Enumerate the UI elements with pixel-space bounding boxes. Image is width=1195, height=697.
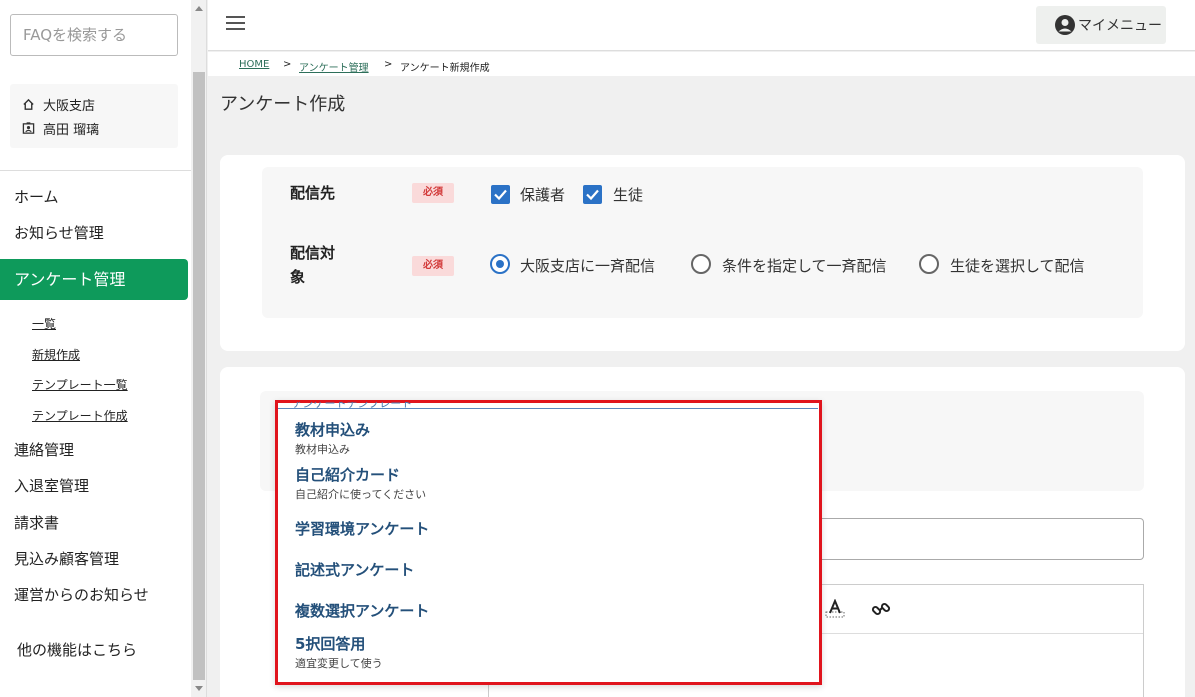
required-badge: 必須 [412, 183, 454, 203]
id-card-icon [22, 122, 35, 134]
check-icon [586, 189, 599, 201]
breadcrumb-survey[interactable]: アンケート管理 [299, 59, 369, 74]
template-option-name: 記述式アンケート [295, 561, 415, 579]
template-option[interactable]: 自己紹介カード 自己紹介に使ってください [295, 464, 426, 502]
breadcrumb-current: アンケート新規作成 [400, 63, 490, 74]
template-option-desc: 適宜変更して使う [295, 657, 383, 670]
check-icon [494, 189, 507, 201]
sidebar-item-contact[interactable]: 連絡管理 [14, 439, 74, 460]
recipients-label: 配信先 [290, 184, 336, 202]
template-legend: アンケートテンプレート [284, 402, 416, 412]
sidebar-divider [0, 170, 191, 171]
target-students-label[interactable]: 生徒を選択して配信 [950, 255, 1085, 276]
scroll-up-arrow[interactable] [195, 6, 203, 11]
sidebar-item-prospects[interactable]: 見込み顧客管理 [14, 548, 119, 569]
template-option-desc: 自己紹介に使ってください [295, 488, 427, 501]
breadcrumb-separator: > [283, 59, 292, 70]
guardian-label[interactable]: 保護者 [520, 184, 565, 205]
template-option-name: 学習環境アンケート [295, 520, 430, 538]
breadcrumb: HOME > アンケート管理 > アンケート新規作成 [208, 52, 1195, 76]
template-option-name: 5択回答用 [295, 635, 366, 653]
sidebar-subitem-new[interactable]: 新規作成 [32, 346, 80, 363]
delivery-settings-panel: 配信先 必須 保護者 生徒 配信対 象 必須 大阪支店に一斉配信 条件を指定して… [262, 167, 1143, 318]
template-option-name: 複数選択アンケート [295, 602, 430, 620]
user-name: 高田 瑠璃 [43, 123, 100, 138]
sidebar-item-invoice[interactable]: 請求書 [14, 512, 59, 533]
user-info-box: 大阪支店 高田 瑠璃 [10, 84, 178, 148]
template-option[interactable]: 学習環境アンケート [295, 518, 429, 539]
sidebar-subitem-template-create[interactable]: テンプレート作成 [32, 407, 128, 424]
faq-search-input[interactable] [10, 14, 178, 56]
scrollbar-thumb[interactable] [193, 72, 205, 680]
target-students-radio[interactable] [919, 254, 939, 274]
student-checkbox[interactable] [583, 185, 602, 204]
guardian-checkbox[interactable] [491, 185, 510, 204]
sidebar-item-attendance[interactable]: 入退室管理 [14, 475, 89, 496]
template-option[interactable]: 複数選択アンケート [295, 600, 429, 621]
template-option[interactable]: 教材申込み 教材申込み [295, 419, 370, 457]
menu-icon[interactable] [226, 16, 246, 32]
page-title: アンケート作成 [220, 94, 346, 115]
sidebar: 大阪支店 高田 瑠璃 ホーム お知らせ管理 アンケート管理 一覧 新規作成 テン… [0, 0, 191, 697]
template-legend-text: アンケートテンプレート [292, 402, 413, 410]
target-branch-radio[interactable] [490, 254, 510, 274]
target-label-line1: 配信対 [290, 244, 336, 262]
template-dropdown[interactable]: アンケートテンプレート 教材申込み 教材申込み 自己紹介カード 自己紹介に使って… [275, 400, 822, 685]
breadcrumb-separator: > [384, 59, 393, 70]
my-menu-button[interactable]: マイメニュー [1036, 6, 1166, 44]
branch-row: 大阪支店 [22, 95, 95, 114]
template-option[interactable]: 記述式アンケート [295, 559, 414, 580]
target-branch-label[interactable]: 大阪支店に一斉配信 [520, 255, 655, 276]
home-icon [23, 98, 34, 110]
template-option-name: 教材申込み [295, 421, 371, 439]
target-conditions-radio[interactable] [691, 254, 711, 274]
delivery-settings-card: 配信先 必須 保護者 生徒 配信対 象 必須 大阪支店に一斉配信 条件を指定して… [220, 155, 1185, 351]
sidebar-item-notices[interactable]: お知らせ管理 [14, 222, 104, 243]
sidebar-item-other[interactable]: 他の機能はこちら [17, 639, 137, 660]
sidebar-subitem-template-list[interactable]: テンプレート一覧 [32, 376, 128, 393]
user-row: 高田 瑠璃 [22, 119, 99, 138]
sidebar-subitem-list[interactable]: 一覧 [32, 315, 56, 332]
top-header: マイメニュー [208, 0, 1195, 51]
required-badge: 必須 [412, 256, 454, 276]
target-label-line2: 象 [290, 268, 306, 286]
user-circle-icon [1055, 15, 1075, 35]
sidebar-item-survey[interactable]: アンケート管理 [0, 259, 188, 300]
sidebar-item-home[interactable]: ホーム [14, 186, 59, 207]
template-option-desc: 教材申込み [295, 443, 350, 456]
sidebar-item-operator-notice[interactable]: 運営からのお知らせ [14, 584, 149, 605]
student-label[interactable]: 生徒 [613, 184, 643, 205]
template-option[interactable]: 5択回答用 適宜変更して使う [295, 633, 383, 671]
branch-name: 大阪支店 [43, 99, 96, 114]
text-highlight-icon[interactable] [825, 599, 845, 619]
breadcrumb-home[interactable]: HOME [239, 59, 269, 70]
target-label: 配信対 象 [290, 241, 335, 289]
scroll-down-arrow[interactable] [195, 686, 203, 691]
sidebar-scrollbar[interactable] [191, 0, 207, 697]
target-conditions-label[interactable]: 条件を指定して一斉配信 [722, 255, 887, 276]
my-menu-label: マイメニュー [1078, 18, 1162, 34]
template-option-name: 自己紹介カード [295, 466, 401, 484]
link-icon[interactable] [871, 599, 891, 619]
